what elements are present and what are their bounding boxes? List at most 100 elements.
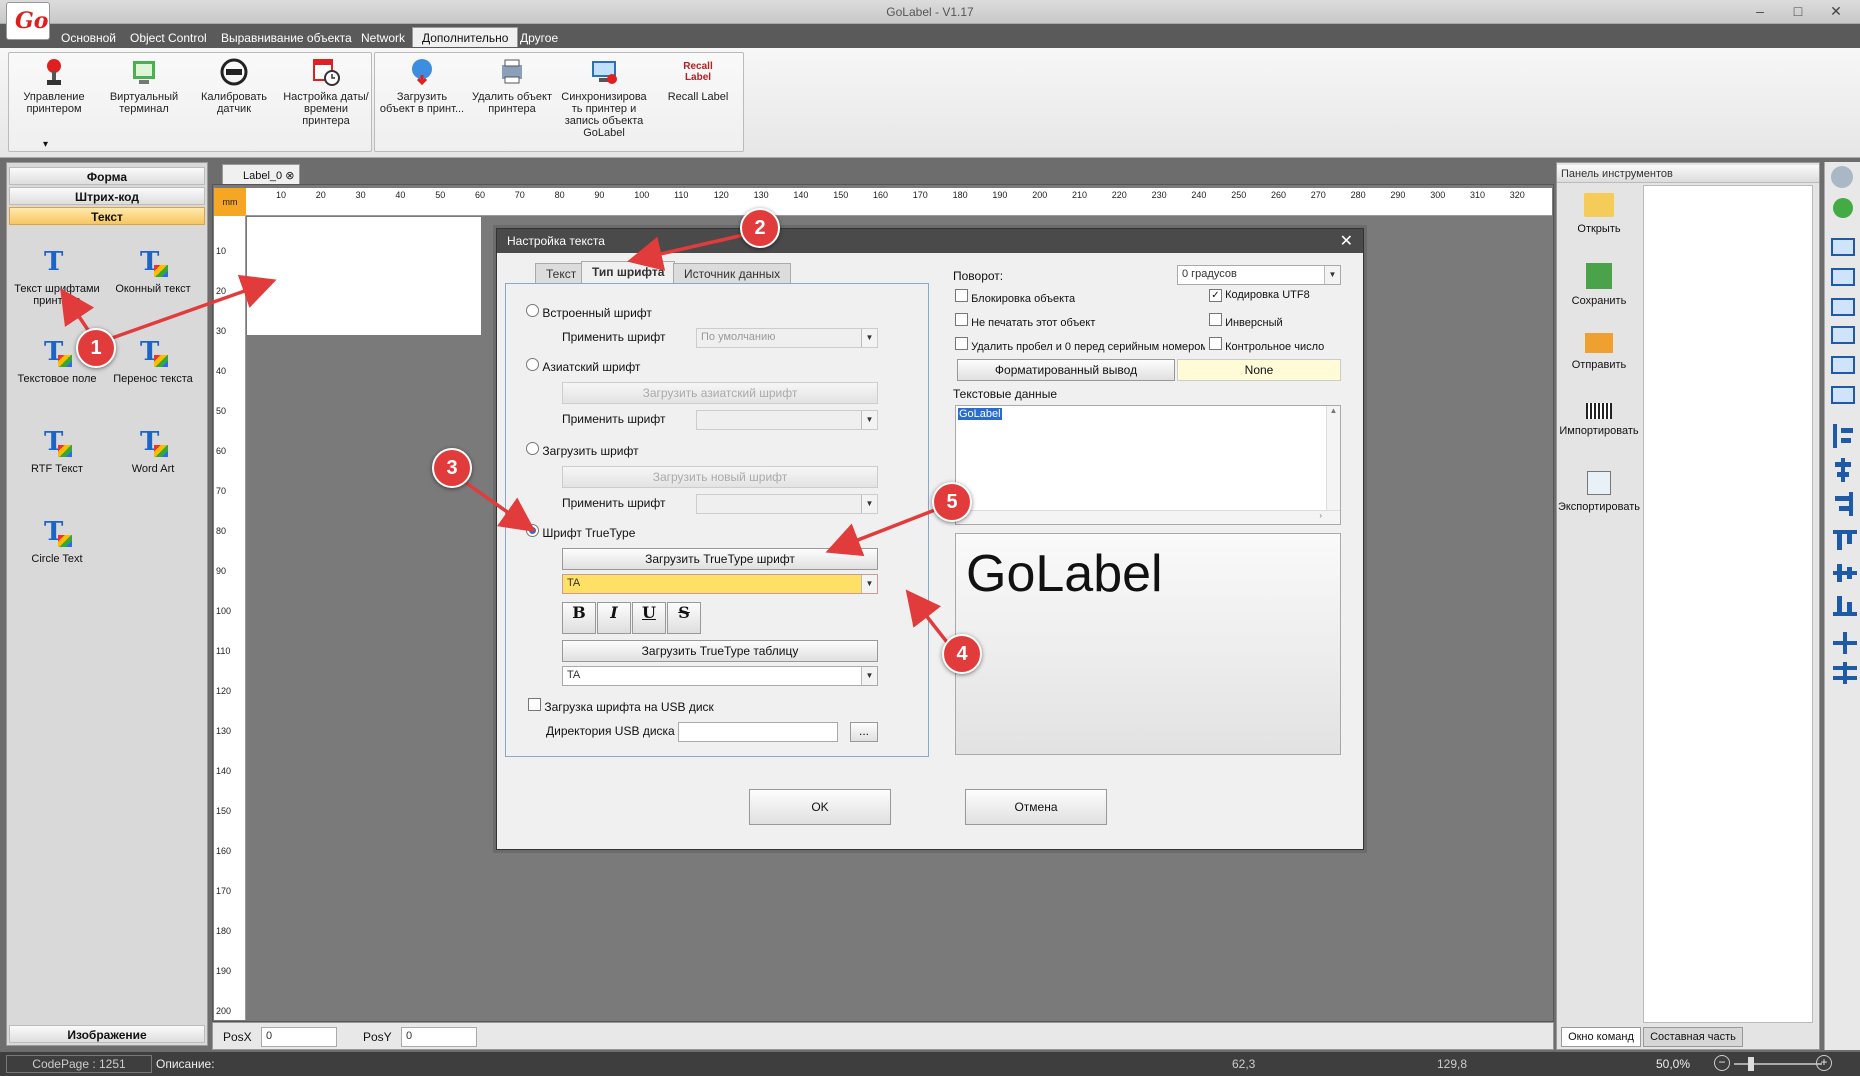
load-new-font-button[interactable]: Загрузить новый шрифт [562, 466, 878, 488]
strikethrough-button[interactable]: S [667, 602, 701, 634]
builtin-font-radio[interactable]: Встроенный шрифт [526, 304, 652, 320]
align-icon-1[interactable] [1831, 238, 1855, 256]
zoom-out-icon[interactable]: − [1714, 1055, 1730, 1071]
dialog-tab-text[interactable]: Текст [535, 263, 588, 283]
palette-header-form[interactable]: Форма [9, 167, 205, 185]
align-center-icon[interactable] [1833, 458, 1853, 482]
underline-button[interactable]: U [632, 602, 666, 634]
load-asian-font-button[interactable]: Загрузить азиатский шрифт [562, 382, 878, 404]
tab-advanced[interactable]: Дополнительно [412, 27, 519, 47]
align-icon-6[interactable] [1831, 386, 1855, 404]
send-button[interactable]: Отправить [1557, 333, 1641, 371]
align-icon-5[interactable] [1831, 356, 1855, 374]
tool-window-text[interactable]: T Оконный текст [105, 247, 201, 295]
truetype-font-radio[interactable]: Шрифт TrueType [526, 524, 635, 540]
rotate-icon[interactable] [1833, 198, 1853, 218]
tool-circle-text[interactable]: T Circle Text [9, 517, 105, 565]
recall-label-button[interactable]: Recall Label Recall Label [655, 57, 741, 103]
cancel-button[interactable]: Отмена [965, 789, 1107, 825]
usb-dir-input[interactable] [678, 722, 838, 742]
truetype-font-select[interactable]: TA ▼ [562, 574, 878, 594]
align-right-icon[interactable] [1833, 492, 1853, 516]
browse-button[interactable]: ... [850, 722, 878, 742]
align-icon-4[interactable] [1831, 326, 1855, 344]
ok-button[interactable]: OK [749, 789, 891, 825]
italic-button[interactable]: I [597, 602, 631, 634]
builtin-font-select[interactable]: По умолчанию ▼ [696, 328, 878, 348]
minimize-icon[interactable]: – [1744, 2, 1776, 20]
tool-rtf-text[interactable]: T RTF Текст [9, 427, 105, 475]
truetype-table-select[interactable]: TA ▼ [562, 666, 878, 686]
inverse-checkbox[interactable]: Инверсный [1209, 313, 1283, 329]
asian-font-radio[interactable]: Азиатский шрифт [526, 358, 640, 374]
tab-object-control[interactable]: Object Control [121, 28, 216, 48]
formatted-output-button[interactable]: Форматированный вывод [957, 359, 1175, 381]
apply-font-label-3: Применить шрифт [562, 496, 666, 510]
virtual-terminal-button[interactable]: Виртуальный терминал [103, 57, 185, 115]
text-scroll-v[interactable]: ▲ [1326, 406, 1340, 510]
align-left-icon[interactable] [1833, 424, 1853, 448]
tool-printer-font-text[interactable]: T Текст шрифтами принтера [9, 247, 105, 307]
datetime-button[interactable]: Настройка даты/времени принтера [283, 57, 369, 127]
no-print-checkbox[interactable]: Не печатать этот объект [955, 313, 1095, 329]
align-icon-2[interactable] [1831, 268, 1855, 286]
align-middle-icon[interactable] [1833, 562, 1857, 584]
distribute-h-icon[interactable] [1833, 632, 1857, 654]
text-scroll-h[interactable]: › [956, 510, 1340, 524]
app-logo[interactable]: Go [6, 2, 50, 40]
unit-indicator[interactable]: mm [214, 188, 246, 216]
load-font-radio[interactable]: Загрузить шрифт [526, 442, 639, 458]
ribbon-dropdown-icon[interactable]: ▾ [43, 139, 48, 150]
calibrate-sensor-button[interactable]: Калибровать датчик [193, 57, 275, 115]
tab-command-window[interactable]: Окно команд [1561, 1027, 1641, 1047]
maximize-icon[interactable]: □ [1782, 2, 1814, 20]
load-truetype-font-button[interactable]: Загрузить TrueType шрифт [562, 548, 878, 570]
usb-download-checkbox[interactable]: Загрузка шрифта на USB диск [528, 698, 714, 714]
zoom-slider-thumb[interactable] [1748, 1057, 1754, 1071]
lock-object-checkbox[interactable]: Блокировка объекта [955, 289, 1075, 305]
tab-other[interactable]: Другое [511, 28, 567, 48]
export-button[interactable]: Экспортировать [1557, 471, 1641, 513]
save-button[interactable]: Сохранить [1557, 263, 1641, 307]
text-data-input[interactable]: GoLabel ▲ › [955, 405, 1341, 525]
palette-header-barcode[interactable]: Штрих-код [9, 187, 205, 205]
zoom-in-icon[interactable]: + [1816, 1055, 1832, 1071]
trim-serial-checkbox[interactable]: Удалить пробел и 0 перед серийным номеро… [955, 337, 1205, 353]
upload-object-button[interactable]: Загрузить объект в принт... [379, 57, 465, 115]
loaded-font-select[interactable]: ▼ [696, 494, 878, 514]
gear-icon[interactable] [1831, 166, 1853, 188]
bold-button[interactable]: B [562, 602, 596, 634]
palette-header-image[interactable]: Изображение [9, 1025, 205, 1043]
utf8-checkbox[interactable]: ✓ Кодировка UTF8 [1209, 289, 1310, 302]
tab-component[interactable]: Составная часть [1643, 1027, 1743, 1047]
dialog-close-icon[interactable]: ✕ [1340, 231, 1353, 251]
palette-header-text[interactable]: Текст [9, 207, 205, 225]
import-button[interactable]: Импортировать [1557, 403, 1641, 437]
close-tab-icon[interactable]: ⊗ [285, 170, 294, 182]
align-top-icon[interactable] [1833, 530, 1857, 552]
tab-main[interactable]: Основной [52, 28, 125, 48]
posx-input[interactable]: 0 [261, 1027, 337, 1047]
load-truetype-table-button[interactable]: Загрузить TrueType таблицу [562, 640, 878, 662]
posy-input[interactable]: 0 [401, 1027, 477, 1047]
align-bottom-icon[interactable] [1833, 594, 1857, 616]
tool-word-art[interactable]: T Word Art [105, 427, 201, 475]
dialog-tab-font-type[interactable]: Тип шрифта [581, 261, 676, 283]
printer-control-button[interactable]: Управление принтером [13, 57, 95, 115]
close-window-icon[interactable]: ✕ [1820, 2, 1852, 20]
asian-font-select[interactable]: ▼ [696, 410, 878, 430]
checksum-checkbox[interactable]: Контрольное число [1209, 337, 1324, 353]
open-button[interactable]: Открыть [1557, 193, 1641, 235]
align-icon-3[interactable] [1831, 298, 1855, 316]
delete-printer-object-button[interactable]: Удалить объект принтера [469, 57, 555, 115]
label-area[interactable] [247, 217, 481, 335]
position-bar: PosX 0 PosY 0 [212, 1022, 1554, 1050]
distribute-v-icon[interactable] [1833, 662, 1857, 684]
tab-align[interactable]: Выравнивание объекта [212, 28, 361, 48]
sync-printer-button[interactable]: Синхронизирова ть принтер и запись объек… [559, 57, 649, 139]
tool-wrap-text[interactable]: T Перенос текста [105, 337, 201, 385]
tab-network[interactable]: Network [352, 28, 414, 48]
rotation-select[interactable]: 0 градусов ▼ [1177, 265, 1341, 285]
document-tab[interactable]: Label_0 ⊗ [222, 164, 300, 184]
dialog-tab-data-source[interactable]: Источник данных [673, 263, 792, 283]
